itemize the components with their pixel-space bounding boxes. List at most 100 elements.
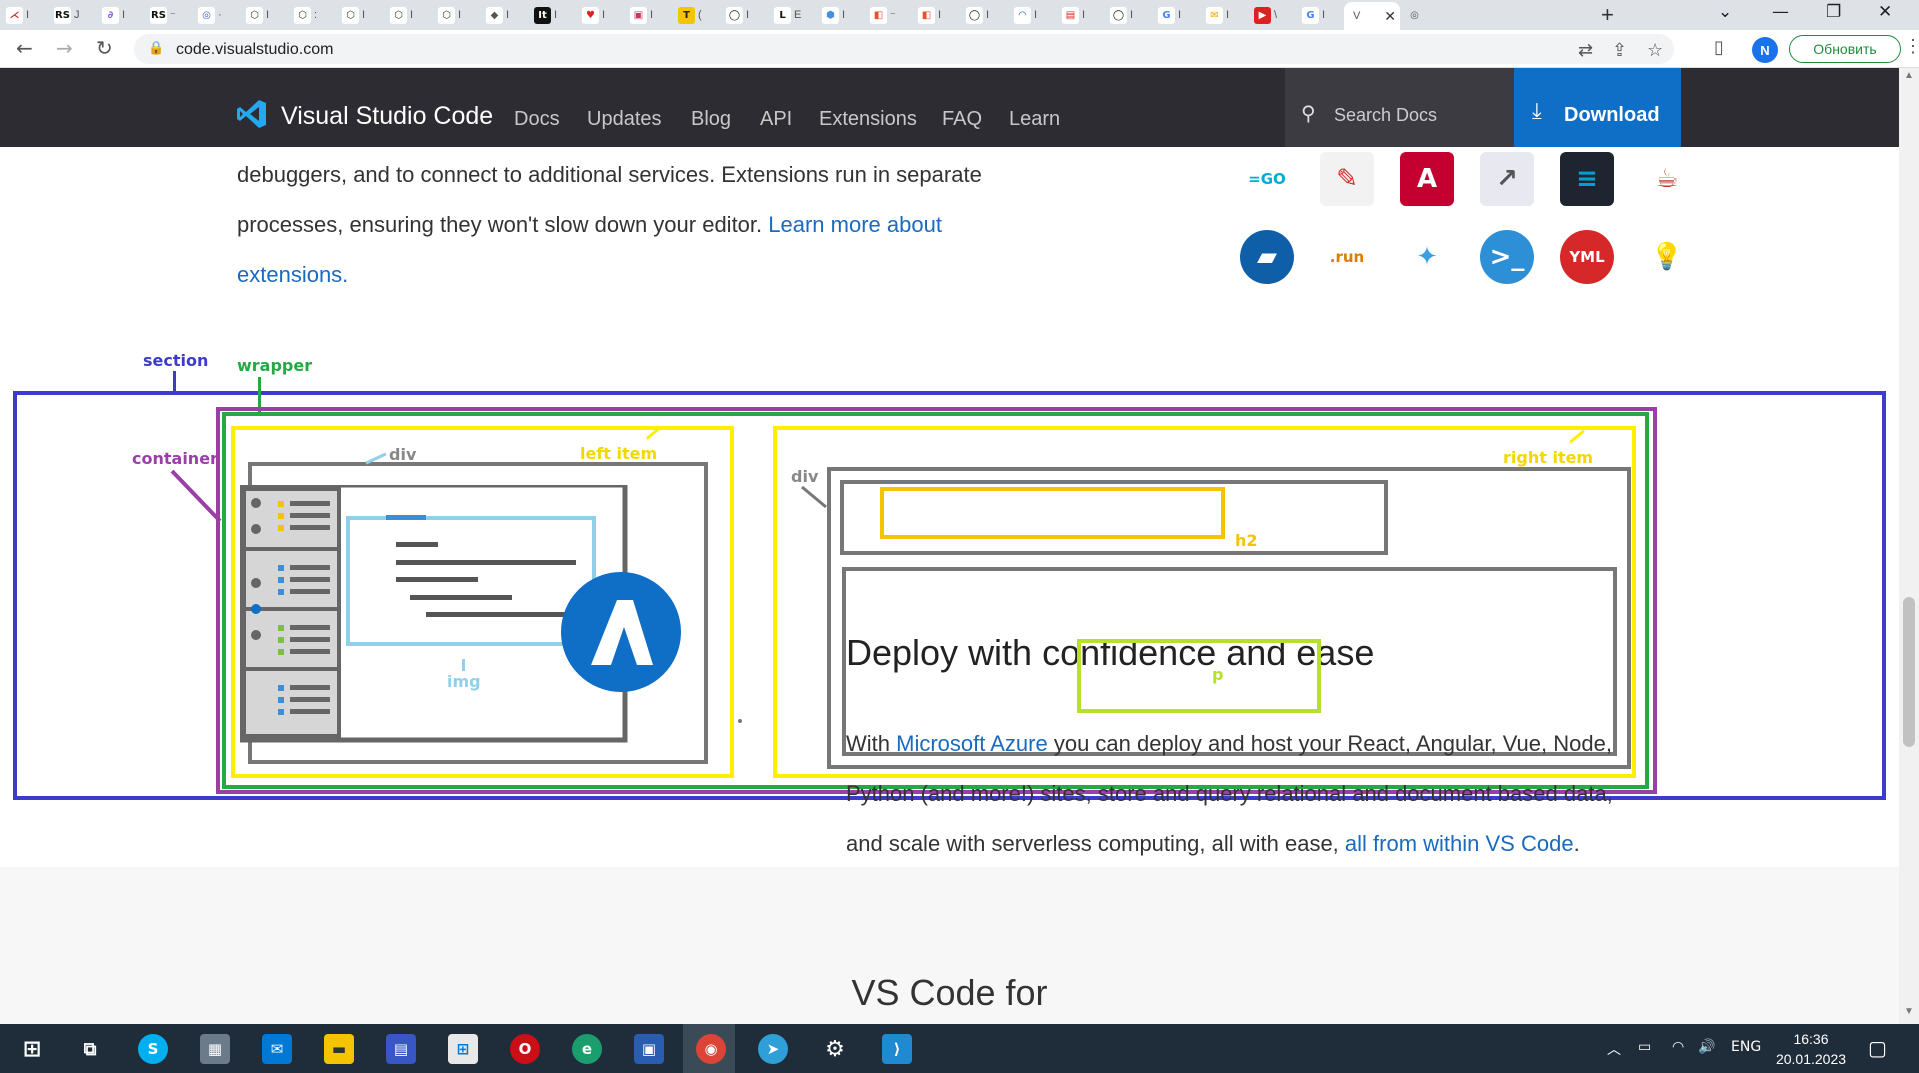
page-scrollbar[interactable]: ▲ ▼ — [1899, 68, 1919, 1024]
browser-tab[interactable]: ▣ I — [624, 3, 672, 27]
browser-tab[interactable]: ⬡: — [288, 3, 336, 27]
intro-line-1: debuggers, and to connect to additional … — [237, 162, 982, 187]
side-panel-icon[interactable]: ▯ — [1714, 37, 1724, 58]
task-view-icon[interactable]: ⧉ — [75, 1034, 105, 1064]
nav-updates[interactable]: Updates — [587, 108, 662, 131]
browser-tab[interactable]: ◆ I — [480, 3, 528, 27]
browser-tab[interactable]: ◠ I — [1008, 3, 1056, 27]
nav-docs[interactable]: Docs — [514, 108, 560, 131]
browser-tab[interactable]: ◯ I — [1104, 3, 1152, 27]
bookmark-star-icon[interactable]: ☆ — [1647, 40, 1663, 61]
browser-tab[interactable]: ◎ — [1400, 3, 1448, 27]
remote-desktop-icon[interactable]: ▣ — [634, 1034, 664, 1064]
nav-blog[interactable]: Blog — [691, 108, 731, 131]
scrollbar-thumb[interactable] — [1903, 597, 1915, 747]
browser-tab[interactable]: GI — [1152, 3, 1200, 27]
browser-tab[interactable]: ♥ I — [576, 3, 624, 27]
browser-tab[interactable]: RS ⁻ — [144, 3, 192, 27]
mail-icon[interactable]: ✉ — [262, 1034, 292, 1064]
active-browser-tab[interactable]: V ✕ — [1344, 2, 1400, 30]
p-highlight-box — [1077, 639, 1321, 713]
learn-more-link[interactable]: Learn more about — [768, 212, 942, 237]
browser-tab[interactable]: ⬡ I — [432, 3, 480, 27]
browser-tab[interactable]: ◎ · — [192, 3, 240, 27]
kubernetes-extension-icon: ✦ — [1416, 242, 1438, 272]
powershell-extension-icon: >_ — [1480, 230, 1534, 284]
profile-avatar[interactable]: N — [1752, 37, 1778, 63]
browser-tab[interactable]: T( — [672, 3, 720, 27]
nav-faq[interactable]: FAQ — [942, 108, 982, 131]
settings-gear-icon[interactable]: ⚙ — [820, 1034, 850, 1064]
browser-tab[interactable]: ⬢ I — [816, 3, 864, 27]
nav-extensions[interactable]: Extensions — [819, 108, 917, 131]
language-indicator[interactable]: ENG — [1731, 1039, 1761, 1055]
telegram-icon[interactable]: ➤ — [758, 1034, 788, 1064]
tab-title: · — [218, 9, 222, 21]
browser-tab[interactable]: GI — [1296, 3, 1344, 27]
minimize-icon[interactable]: — — [1772, 2, 1789, 22]
tab-title: I — [1322, 9, 1326, 21]
calculator-icon[interactable]: ▦ — [200, 1034, 230, 1064]
extensions-link[interactable]: extensions. — [237, 262, 348, 287]
forward-icon[interactable]: → — [56, 36, 73, 60]
vs-code-link[interactable]: all from within VS Code — [1345, 831, 1574, 856]
menu-kebab-icon[interactable]: ⋮ — [1904, 36, 1919, 57]
browser-tab[interactable]: ✉ I — [1200, 3, 1248, 27]
nav-api[interactable]: API — [760, 108, 792, 131]
back-icon[interactable]: ← — [16, 36, 33, 60]
translate-icon[interactable]: ⇄ — [1578, 40, 1593, 61]
browser-tab[interactable]: ◯ I — [720, 3, 768, 27]
tab-favicon-icon: ◎ — [1410, 9, 1419, 21]
microsoft-azure-link[interactable]: Microsoft Azure — [896, 731, 1048, 756]
container-label: container — [132, 449, 218, 468]
new-tab-button[interactable]: + — [1601, 2, 1614, 28]
chrome-icon[interactable]: ◉ — [696, 1034, 726, 1064]
tab-close-icon[interactable]: ✕ — [1384, 8, 1396, 25]
taskbar-clock[interactable]: 16:36 20.01.2023 — [1773, 1029, 1849, 1069]
vscode-taskbar-icon[interactable]: ⟩ — [882, 1034, 912, 1064]
close-window-icon[interactable]: ✕ — [1878, 2, 1892, 22]
clock-date: 20.01.2023 — [1775, 1051, 1847, 1067]
browser-tab[interactable]: ⬡ I — [240, 3, 288, 27]
opera-icon[interactable]: O — [510, 1034, 540, 1064]
notifications-icon[interactable]: ▢ — [1868, 1036, 1887, 1060]
start-windows-icon[interactable]: ⊞ — [17, 1034, 47, 1064]
browser-tab[interactable]: RS J — [48, 3, 96, 27]
save-icon[interactable]: ▤ — [386, 1034, 416, 1064]
tray-chevron-icon[interactable]: ︿ — [1607, 1039, 1621, 1059]
browser-tab[interactable]: ▶ \ — [1248, 3, 1296, 27]
browser-tab[interactable]: ⬡ I — [384, 3, 432, 27]
restore-icon[interactable]: ❐ — [1826, 2, 1841, 22]
omnibox[interactable]: 🔒 code.visualstudio.com ⇄ ⇪ ☆ — [134, 34, 1674, 64]
browser-tab[interactable]: It I — [528, 3, 576, 27]
search-icon: ⚲ — [1301, 101, 1316, 125]
vscode-logo-icon[interactable] — [236, 98, 268, 130]
tab-search-icon[interactable]: ⌄ — [1718, 2, 1732, 22]
edge-icon[interactable]: e — [572, 1034, 602, 1064]
battery-icon[interactable]: ▭ — [1638, 1039, 1651, 1055]
store-icon[interactable]: ⊞ — [448, 1034, 478, 1064]
browser-tab[interactable]: ◯ I — [960, 3, 1008, 27]
scroll-up-icon[interactable]: ▲ — [1904, 70, 1914, 81]
search-docs-input[interactable]: ⚲ Search Docs — [1285, 68, 1514, 147]
update-button[interactable]: Обновить — [1789, 35, 1901, 63]
browser-tab[interactable]: ◧ ⁻ — [864, 3, 912, 27]
skype-icon[interactable]: S — [138, 1034, 168, 1064]
share-icon[interactable]: ⇪ — [1612, 40, 1627, 61]
nav-learn[interactable]: Learn — [1009, 108, 1060, 131]
browser-tab[interactable]: ⋌ I — [0, 3, 48, 27]
reload-icon[interactable]: ↻ — [96, 36, 113, 60]
scroll-down-icon[interactable]: ▼ — [1904, 1006, 1914, 1017]
lock-icon[interactable]: 🔒 — [148, 40, 164, 56]
site-brand[interactable]: Visual Studio Code — [281, 102, 493, 131]
wifi-icon[interactable]: ◠ — [1672, 1039, 1684, 1055]
browser-tab[interactable]: ▤ I — [1056, 3, 1104, 27]
url-text[interactable]: code.visualstudio.com — [176, 41, 333, 59]
browser-tab[interactable]: LE — [768, 3, 816, 27]
browser-tab[interactable]: ∂ I — [96, 3, 144, 27]
volume-icon[interactable]: 🔊 — [1698, 1039, 1715, 1055]
download-button[interactable]: ⤓ Download — [1514, 68, 1681, 147]
browser-tab[interactable]: ⬡ I — [336, 3, 384, 27]
file-explorer-icon[interactable]: ▬ — [324, 1034, 354, 1064]
browser-tab[interactable]: ◧ I — [912, 3, 960, 27]
